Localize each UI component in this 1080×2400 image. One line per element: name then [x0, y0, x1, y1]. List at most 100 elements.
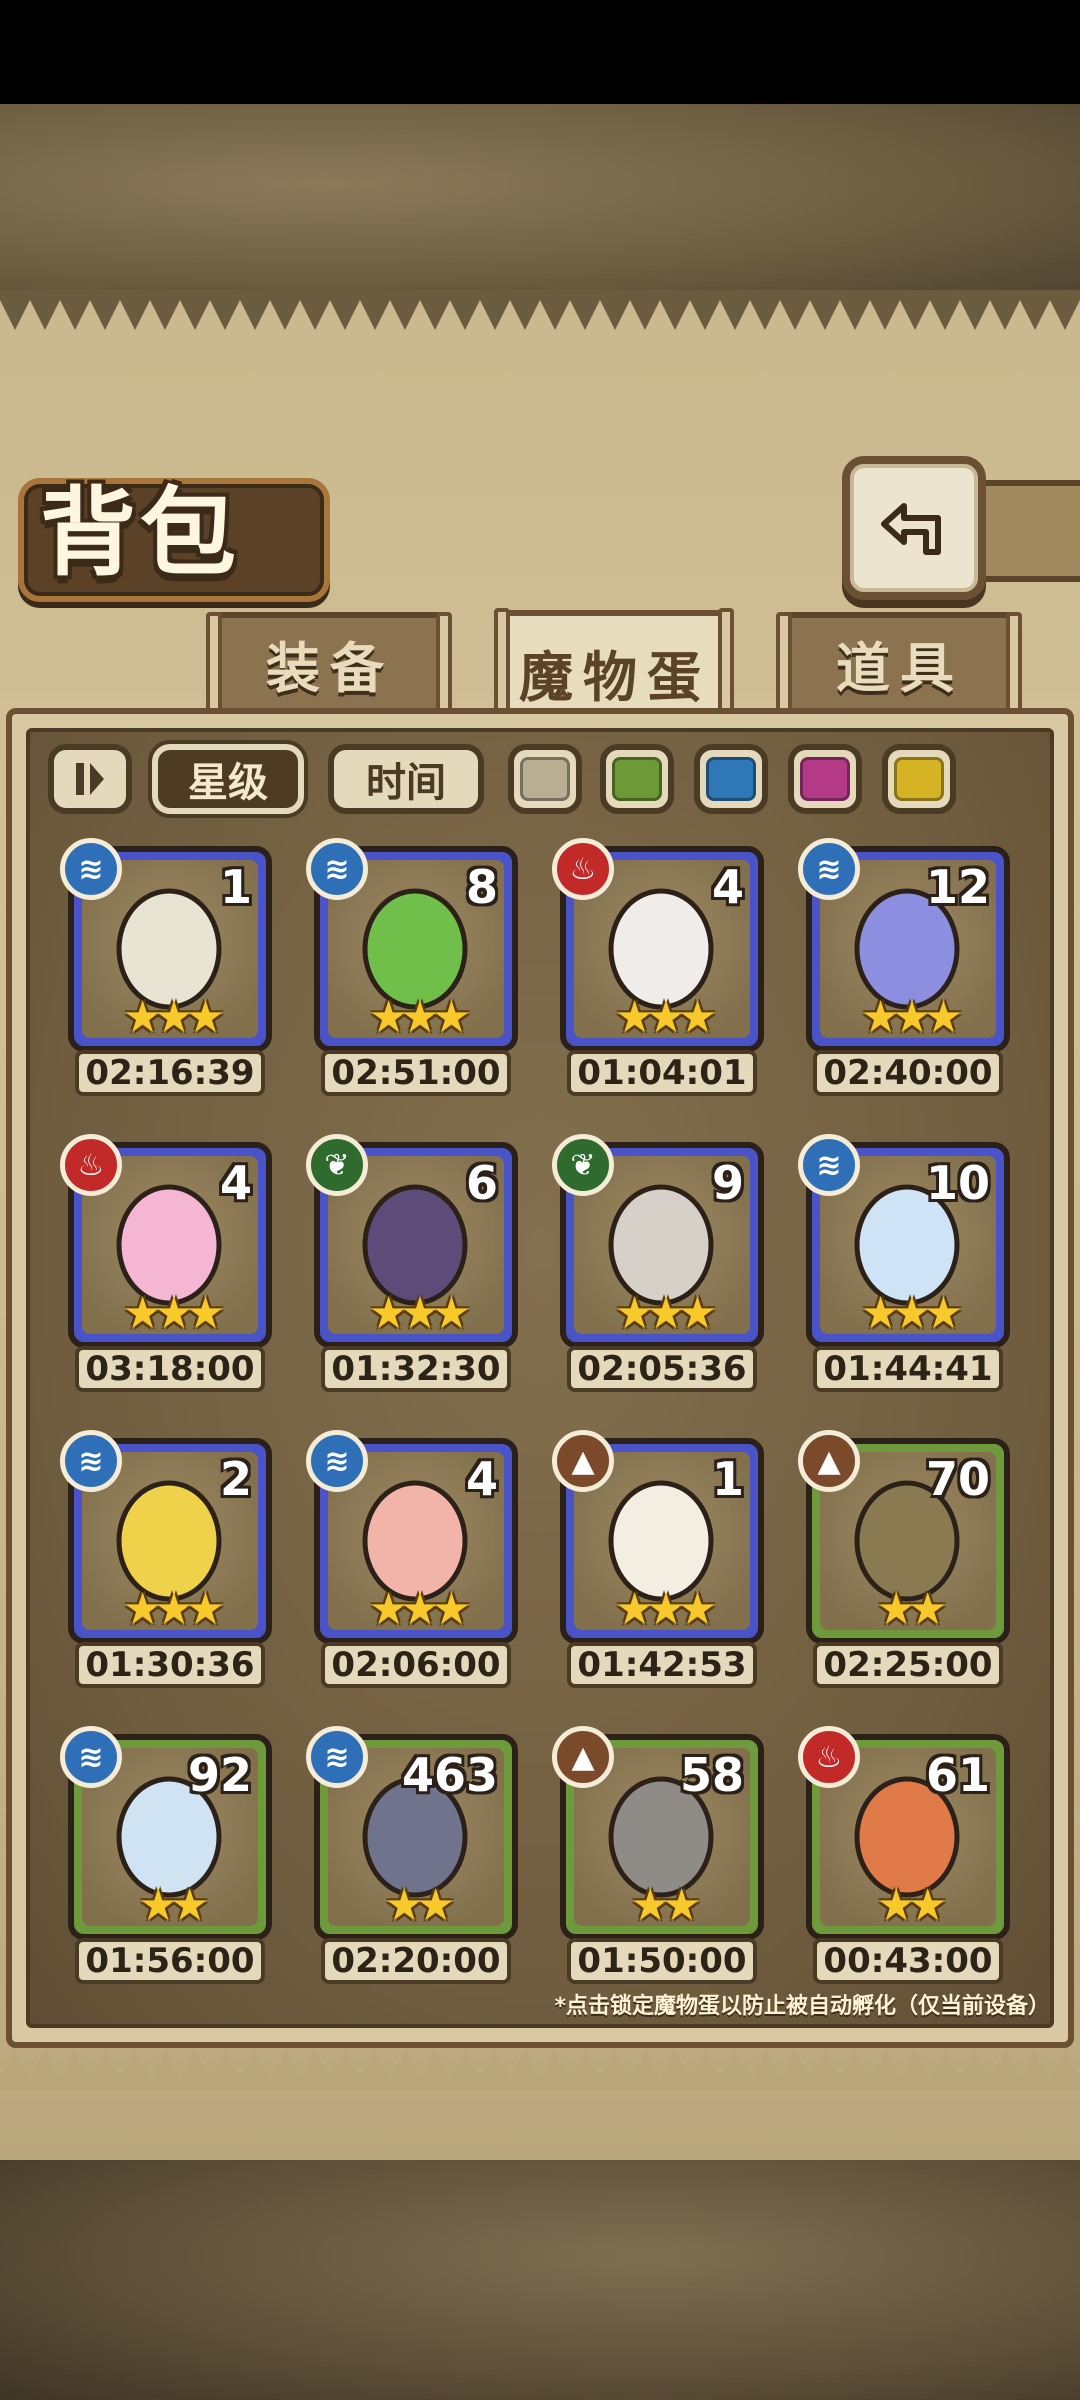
filter-color-yellow[interactable]: [882, 744, 956, 814]
star-icon: ★: [646, 992, 686, 1043]
egg-count: 6: [465, 1156, 498, 1210]
tab-items[interactable]: 道具: [780, 612, 1020, 708]
sort-by-star-button[interactable]: 星级: [152, 744, 304, 814]
egg-count: 463: [401, 1748, 498, 1802]
star-icon: ★: [876, 1880, 917, 1931]
back-button[interactable]: [842, 456, 986, 600]
map-background-bottom: [0, 2160, 1080, 2400]
page-title: 背包: [40, 477, 240, 589]
hatch-timer: 01:30:36: [75, 1642, 265, 1688]
tab-equipment-label: 装备: [266, 636, 394, 700]
hatch-timer: 02:05:36: [567, 1346, 757, 1392]
star-icon: ★: [400, 1288, 440, 1339]
water-element-icon: ≋: [60, 838, 122, 900]
egg-count: 1: [219, 860, 252, 914]
star-icon: ★: [185, 1288, 226, 1339]
grass-element-icon: ❦: [552, 1134, 614, 1196]
star-icon: ★: [923, 1288, 964, 1339]
star-icon: ★: [677, 992, 718, 1043]
egg-count: 4: [711, 860, 744, 914]
lock-hint-footnote: *点击锁定魔物蛋以防止被自动孵化（仅当前设备）: [554, 1994, 1050, 2019]
star-icon: ★: [646, 1584, 686, 1635]
hatch-timer: 01:04:01: [567, 1050, 757, 1096]
star-icon: ★: [154, 1584, 194, 1635]
hatch-timer: 01:44:41: [813, 1346, 1003, 1392]
star-rating: ★★★: [320, 996, 512, 1040]
tab-equipment[interactable]: 装备: [210, 612, 450, 708]
egg-count: 2: [219, 1452, 252, 1506]
hatch-timer: 02:25:00: [813, 1642, 1003, 1688]
hatch-timer: 02:06:00: [321, 1642, 511, 1688]
egg-shape: [116, 1480, 222, 1602]
water-element-icon: ≋: [306, 1726, 368, 1788]
filter-color-gray[interactable]: [508, 744, 582, 814]
hatch-timer: 02:20:00: [321, 1938, 511, 1984]
earth-element-icon: ▲: [552, 1430, 614, 1492]
hatch-timer: 03:18:00: [75, 1346, 265, 1392]
filter-color-green[interactable]: [600, 744, 674, 814]
tab-monster-eggs-label: 魔物蛋: [519, 645, 711, 709]
star-icon: ★: [384, 1880, 425, 1931]
star-rating: ★★: [320, 1884, 512, 1928]
tab-items-label: 道具: [836, 636, 964, 700]
hatch-timer: 01:56:00: [75, 1938, 265, 1984]
hatch-timer: 01:50:00: [567, 1938, 757, 1984]
fire-element-icon: ♨: [552, 838, 614, 900]
star-icon: ★: [662, 1880, 702, 1931]
tab-post: [436, 612, 452, 712]
star-icon: ★: [170, 1880, 210, 1931]
tab-post: [1006, 612, 1022, 712]
egg-shape: [608, 888, 714, 1010]
star-rating: ★★★: [812, 996, 1004, 1040]
egg-count: 1: [711, 1452, 744, 1506]
sort-by-time-button[interactable]: 时间: [328, 744, 484, 814]
filter-color-blue[interactable]: [694, 744, 768, 814]
fire-element-icon: ♨: [798, 1726, 860, 1788]
water-element-icon: ≋: [306, 838, 368, 900]
star-icon: ★: [614, 992, 655, 1043]
filter-color-purple[interactable]: [788, 744, 862, 814]
egg-shape: [608, 1480, 714, 1602]
egg-shape: [362, 888, 468, 1010]
earth-element-icon: ▲: [798, 1430, 860, 1492]
color-swatch: [894, 757, 944, 801]
star-icon: ★: [368, 992, 409, 1043]
star-rating: ★★★: [566, 996, 758, 1040]
star-rating: ★★: [566, 1884, 758, 1928]
star-icon: ★: [185, 992, 226, 1043]
egg-count: 70: [925, 1452, 990, 1506]
water-element-icon: ≋: [306, 1430, 368, 1492]
egg-count: 8: [465, 860, 498, 914]
water-element-icon: ≋: [798, 1134, 860, 1196]
hatch-timer: 02:40:00: [813, 1050, 1003, 1096]
earth-element-icon: ▲: [552, 1726, 614, 1788]
egg-shape: [608, 1184, 714, 1306]
star-icon: ★: [122, 1584, 163, 1635]
star-icon: ★: [646, 1288, 686, 1339]
star-icon: ★: [923, 992, 964, 1043]
star-icon: ★: [368, 1584, 409, 1635]
star-icon: ★: [892, 992, 932, 1043]
egg-count: 12: [925, 860, 990, 914]
egg-count: 61: [925, 1748, 990, 1802]
egg-count: 10: [925, 1156, 990, 1210]
hatch-timer: 02:16:39: [75, 1050, 265, 1096]
star-rating: ★★: [812, 1884, 1004, 1928]
star-icon: ★: [368, 1288, 409, 1339]
star-icon: ★: [154, 1288, 194, 1339]
sort-order-toggle-button[interactable]: [48, 744, 132, 814]
egg-count: 4: [219, 1156, 252, 1210]
star-rating: ★★★: [566, 1588, 758, 1632]
egg-shape: [116, 1184, 222, 1306]
water-element-icon: ≋: [60, 1430, 122, 1492]
star-icon: ★: [431, 1584, 472, 1635]
egg-shape: [116, 888, 222, 1010]
star-rating: ★★★: [320, 1292, 512, 1336]
star-icon: ★: [908, 1584, 948, 1635]
grass-element-icon: ❦: [306, 1134, 368, 1196]
star-icon: ★: [908, 1880, 948, 1931]
star-icon: ★: [860, 992, 901, 1043]
star-icon: ★: [185, 1584, 226, 1635]
star-icon: ★: [400, 1584, 440, 1635]
color-swatch: [612, 757, 662, 801]
